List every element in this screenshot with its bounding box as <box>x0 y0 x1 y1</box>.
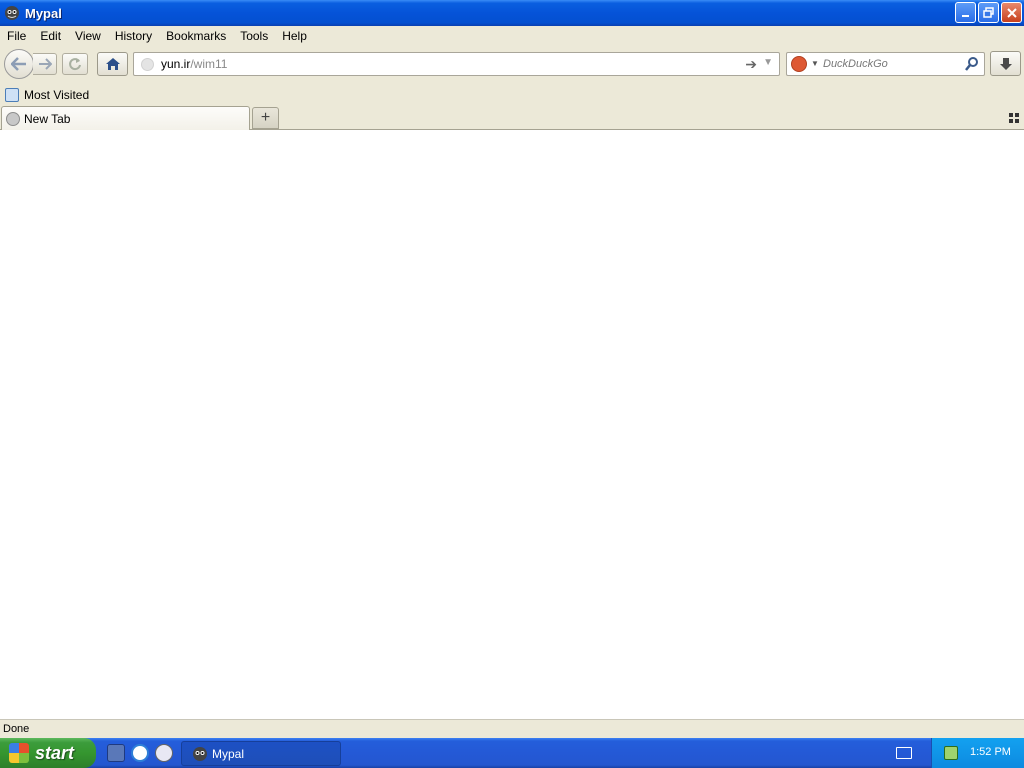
taskbar-item-label: Mypal <box>212 746 245 761</box>
menu-history[interactable]: History <box>108 26 159 46</box>
windows-logo-icon <box>9 743 29 763</box>
page-content[interactable] <box>0 130 1024 719</box>
start-label: start <box>35 742 75 763</box>
menu-bookmarks[interactable]: Bookmarks <box>159 26 233 46</box>
new-tab-button[interactable]: + <box>252 107 279 129</box>
menu-bar: File Edit View History Bookmarks Tools H… <box>0 26 1024 46</box>
url-text[interactable]: yun.ir/wim11 <box>161 57 227 71</box>
system-tray: 1:52 PM <box>931 738 1024 768</box>
bookmark-most-visited[interactable]: Most Visited <box>24 88 89 102</box>
window-titlebar[interactable]: Mypal <box>0 0 1024 26</box>
search-placeholder: DuckDuckGo <box>823 58 888 70</box>
clock[interactable]: 1:52 PM <box>970 746 1011 758</box>
mypal-icon <box>5 6 19 20</box>
taskbar-item-mypal[interactable]: Mypal <box>181 741 341 766</box>
most-visited-icon[interactable] <box>5 88 19 102</box>
back-arrow-icon <box>11 57 26 71</box>
close-button[interactable] <box>1001 2 1022 23</box>
site-identity-icon[interactable] <box>141 58 154 71</box>
url-bar[interactable]: yun.ir/wim11 ➔ ▼ <box>133 52 780 76</box>
menu-edit[interactable]: Edit <box>33 26 68 46</box>
bookmarks-toolbar: Most Visited <box>0 84 1024 106</box>
keyboard-icon[interactable] <box>896 747 912 759</box>
downloads-button[interactable] <box>990 51 1021 76</box>
menu-help[interactable]: Help <box>275 26 314 46</box>
list-all-tabs-icon[interactable] <box>1009 113 1019 123</box>
media-player-icon[interactable] <box>155 744 173 762</box>
tab-label: New Tab <box>24 111 71 126</box>
url-dropdown-icon[interactable]: ▼ <box>763 57 773 68</box>
search-bar[interactable]: ▼ DuckDuckGo <box>786 52 985 76</box>
navigation-toolbar: yun.ir/wim11 ➔ ▼ ▼ DuckDuckGo <box>0 46 1024 82</box>
menu-view[interactable]: View <box>68 26 108 46</box>
download-arrow-icon <box>999 57 1012 70</box>
go-arrow-icon[interactable]: ➔ <box>745 56 757 73</box>
reload-button[interactable] <box>62 53 88 75</box>
restore-button[interactable] <box>978 2 999 23</box>
globe-icon <box>6 111 20 126</box>
plus-icon: + <box>260 109 271 126</box>
tab-strip: New Tab + <box>0 106 1024 130</box>
taskbar: start Mypal 1:52 PM <box>0 738 1024 768</box>
close-icon <box>1006 7 1017 18</box>
network-icon[interactable] <box>944 746 958 760</box>
magnifier-icon[interactable] <box>965 56 979 72</box>
reload-icon <box>69 58 81 71</box>
minimize-icon <box>961 14 969 17</box>
status-bar: Done <box>0 719 1024 738</box>
mypal-quicklaunch-icon[interactable] <box>107 744 125 762</box>
forward-arrow-icon <box>38 58 52 70</box>
internet-explorer-icon[interactable] <box>131 744 149 762</box>
url-host: yun.ir <box>161 57 191 71</box>
restore-icon <box>982 6 994 18</box>
mypal-icon <box>193 746 207 761</box>
duckduckgo-icon[interactable] <box>791 56 807 72</box>
minimize-button[interactable] <box>955 2 976 23</box>
menu-file[interactable]: File <box>0 26 33 46</box>
back-button[interactable] <box>4 49 34 79</box>
home-button[interactable] <box>97 52 128 76</box>
forward-button[interactable] <box>33 53 57 75</box>
start-button[interactable]: start <box>0 738 96 768</box>
status-text: Done <box>3 723 30 735</box>
url-path: /wim11 <box>190 57 228 71</box>
home-icon <box>105 58 120 70</box>
window-title: Mypal <box>25 5 62 21</box>
engine-dropdown-icon[interactable]: ▼ <box>811 59 819 68</box>
menu-tools[interactable]: Tools <box>233 26 275 46</box>
tab-new-tab[interactable]: New Tab <box>1 106 250 130</box>
